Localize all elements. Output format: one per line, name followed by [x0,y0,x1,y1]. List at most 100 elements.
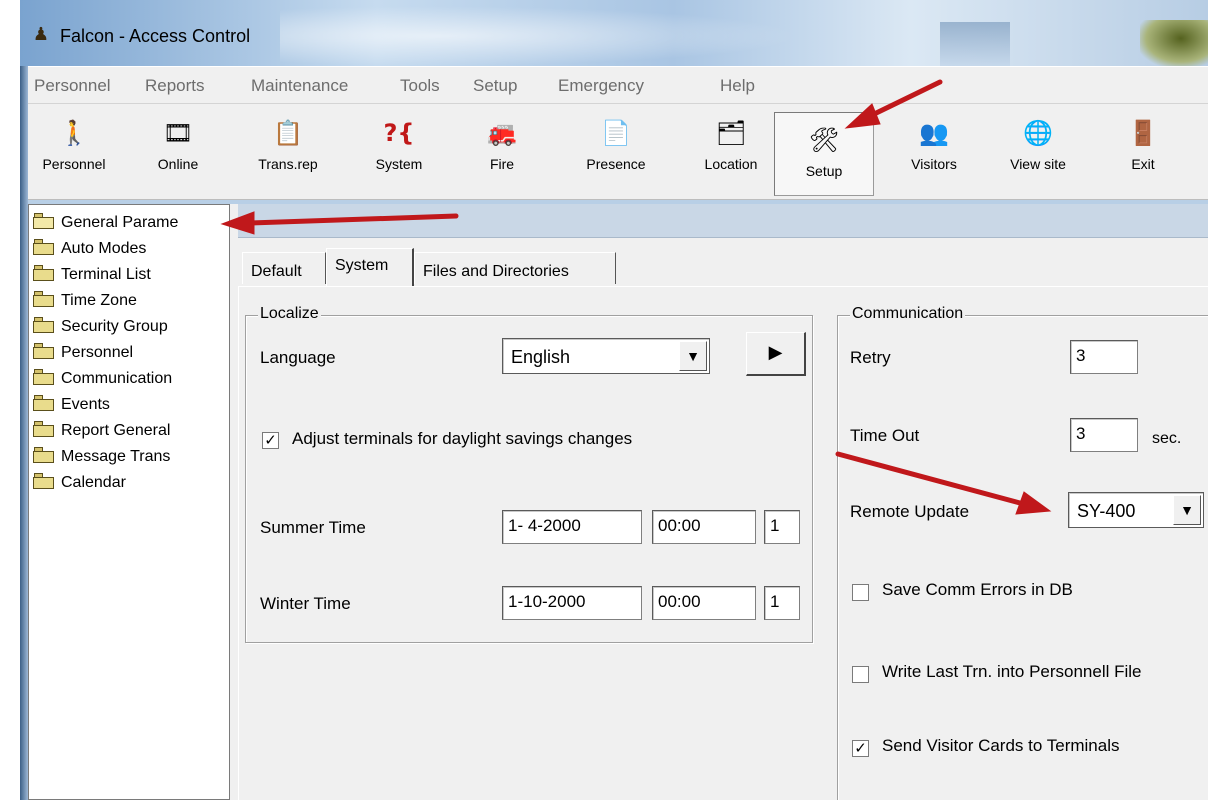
toolbar-label: Setup [805,163,843,179]
toolbar: 🚶 Personnel 🎞 Online 📋 Trans.rep ?{ Syst… [28,104,1208,200]
communication-group-title: Communication [850,305,966,323]
toolbar-visitors-button[interactable]: 👥 Visitors [896,116,972,192]
folder-icon [33,447,55,463]
figure-icon[interactable]: ♟ [30,24,52,46]
timeout-unit: sec. [1152,430,1182,447]
toolbar-fire-button[interactable]: 🚒 Fire [472,116,532,192]
folder-icon [33,473,55,489]
winter-time-field[interactable]: 00:00 [652,586,756,620]
tab-files-and-directories[interactable]: Files and Directories [414,252,616,284]
toolbar-personnel-button[interactable]: 🚶 Personnel [36,116,112,192]
folder-icon [33,239,55,255]
tree-item-label: Message Trans [61,448,171,465]
tree-item-label: Report General [61,422,171,439]
winter-time-label: Winter Time [260,594,351,613]
toolbar-location-button[interactable]: 🗂 Location [694,116,768,192]
timeout-field[interactable]: 3 [1070,418,1138,452]
toolbar-online-button[interactable]: 🎞 Online [148,116,208,192]
menu-help[interactable]: Help [720,76,755,96]
tree-item-general-parameters[interactable]: General Parame [33,213,229,235]
tree-item-security-group[interactable]: Security Group [33,317,229,339]
tree-item-label: Personnel [61,344,134,361]
language-label: Language [260,348,336,367]
door-icon: 🚪 [1128,119,1158,147]
report-icon: 📋 [273,119,303,147]
menu-setup[interactable]: Setup [473,76,517,96]
tree-item-terminal-list[interactable]: Terminal List [33,265,229,287]
summer-time-label: Summer Time [260,518,366,537]
timeout-label: Time Out [850,426,920,445]
folder-icon [33,369,55,385]
tree-item-personnel[interactable]: Personnel [33,343,229,365]
toolbar-label: Online [157,156,199,172]
tree-item-label: Time Zone [61,292,137,309]
send-visitor-cards-checkbox[interactable]: ✓ [852,740,869,757]
remote-update-label: Remote Update [850,502,970,521]
retry-field[interactable]: 3 [1070,340,1138,374]
save-comm-errors-checkbox[interactable] [852,584,869,601]
menu-reports[interactable]: Reports [145,76,205,96]
toolbar-transrep-button[interactable]: 📋 Trans.rep [250,116,326,192]
folder-icon [33,291,55,307]
summer-num-field[interactable]: 1 [764,510,800,544]
communication-group: Communication Retry 3 Time Out 3 sec. Re… [837,305,1208,800]
open-folder-icon [33,213,55,229]
tools-icon: 🛠 [808,126,840,154]
menu-maintenance[interactable]: Maintenance [251,76,348,96]
toolbar-label: System [375,156,423,172]
tree-item-label: Terminal List [61,266,151,283]
chevron-down-icon[interactable]: ▼ [1173,495,1201,525]
tree-item-message-trans[interactable]: Message Trans [33,447,229,469]
window-border [20,0,28,800]
title-decoration-right [1140,20,1208,66]
toolbar-exit-button[interactable]: 🚪 Exit [1118,116,1168,192]
toolbar-system-button[interactable]: ?{ System [366,116,432,192]
tree-item-time-zone[interactable]: Time Zone [33,291,229,313]
splitter[interactable] [230,204,238,800]
tree-item-label: Auto Modes [61,240,147,257]
localize-group: Localize Language English ▼ ▶ ✓ Adjust t… [245,305,813,643]
tab-default[interactable]: Default [242,252,326,284]
tree-item-events[interactable]: Events [33,395,229,417]
language-edit-button[interactable]: ▶ [746,332,806,376]
person-icon: 🚶 [59,119,89,147]
tree-item-calendar[interactable]: Calendar [33,473,229,495]
folder-icon [33,343,55,359]
toolbar-setup-button[interactable]: 🛠 Setup [774,112,874,196]
chevron-down-icon[interactable]: ▼ [679,341,707,371]
app-window: ♟ Falcon - Access Control Personnel Repo… [20,0,1208,800]
language-select[interactable]: English ▼ [502,338,710,374]
title-bar[interactable]: ♟ Falcon - Access Control [20,0,1208,66]
tree-item-auto-modes[interactable]: Auto Modes [33,239,229,261]
remote-update-value: SY-400 [1077,501,1136,521]
toolbar-presence-button[interactable]: 📄 Presence [576,116,656,192]
folder-icon [33,395,55,411]
menu-tools[interactable]: Tools [400,76,440,96]
tab-system[interactable]: System [326,248,414,286]
toolbar-viewsite-button[interactable]: 🌐 View site [996,116,1080,192]
winter-num-field[interactable]: 1 [764,586,800,620]
clipboard-icon: 📄 [601,119,631,147]
menu-personnel[interactable]: Personnel [34,76,111,96]
tree-item-label: Events [61,396,110,413]
summer-date-field[interactable]: 1- 4-2000 [502,510,642,544]
toolbar-label: Personnel [42,156,106,172]
fire-truck-icon: 🚒 [487,119,517,147]
write-last-trn-checkbox[interactable] [852,666,869,683]
tree-item-report-general[interactable]: Report General [33,421,229,443]
summer-time-field[interactable]: 00:00 [652,510,756,544]
tree-item-communication[interactable]: Communication [33,369,229,391]
folder-icon [33,317,55,333]
folder-icon [33,265,55,281]
menu-bar: Personnel Reports Maintenance Tools Setu… [28,66,1208,104]
menu-emergency[interactable]: Emergency [558,76,644,96]
winter-date-field[interactable]: 1-10-2000 [502,586,642,620]
retry-label: Retry [850,348,891,367]
tab-page-system: Localize Language English ▼ ▶ ✓ Adjust t… [238,286,1208,800]
film-icon: 🎞 [162,119,194,147]
toolbar-label: Presence [586,156,646,172]
remote-update-select[interactable]: SY-400 ▼ [1068,492,1204,528]
dst-checkbox[interactable]: ✓ [262,432,279,449]
send-visitor-cards-label: Send Visitor Cards to Terminals [882,736,1120,755]
title-decoration [940,22,1010,66]
